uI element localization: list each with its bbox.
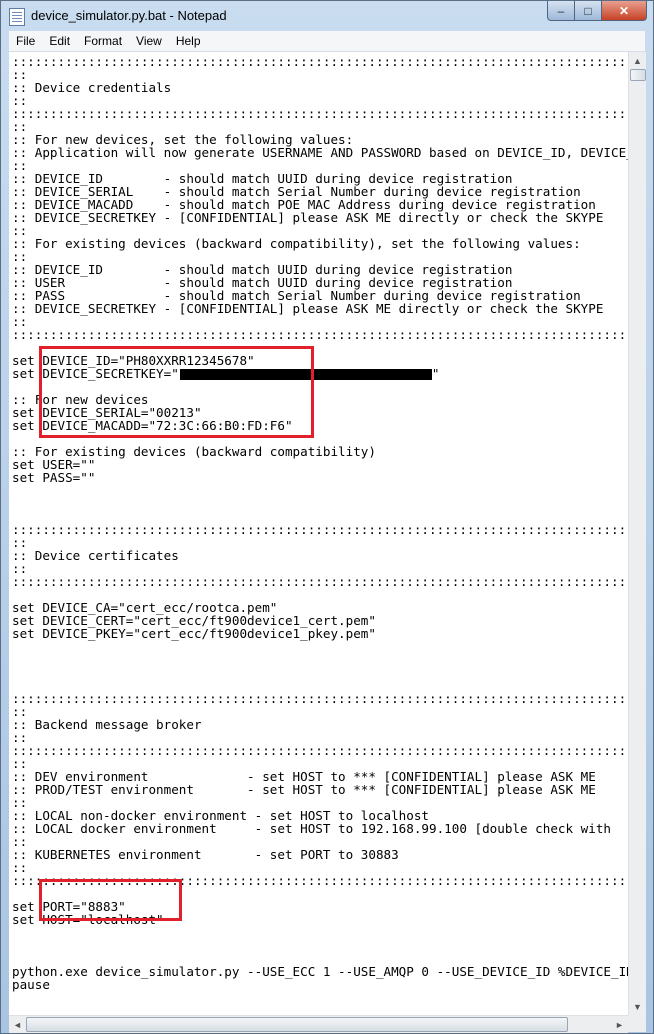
window-controls: – □ ✕ xyxy=(547,1,647,21)
notepad-window: device_simulator.py.bat - Notepad – □ ✕ … xyxy=(0,0,654,1034)
title-bar[interactable]: device_simulator.py.bat - Notepad – □ ✕ xyxy=(1,1,653,31)
menu-file[interactable]: File xyxy=(9,31,42,51)
menu-help[interactable]: Help xyxy=(169,31,208,51)
menu-view[interactable]: View xyxy=(129,31,169,51)
menu-edit[interactable]: Edit xyxy=(42,31,77,51)
text-editor-area[interactable]: ::::::::::::::::::::::::::::::::::::::::… xyxy=(9,52,628,1015)
lines-after-secret: :: For new devices set DEVICE_SERIAL="00… xyxy=(12,392,628,992)
scrollbar-corner xyxy=(628,1015,646,1032)
scroll-left-icon[interactable]: ◄ xyxy=(9,1016,26,1033)
vertical-scrollbar[interactable]: ▲ ▼ xyxy=(628,52,646,1015)
scroll-down-icon[interactable]: ▼ xyxy=(629,998,646,1015)
window-title: device_simulator.py.bat - Notepad xyxy=(31,8,227,23)
secret-key-suffix: " xyxy=(431,366,440,381)
horizontal-scroll-thumb[interactable] xyxy=(26,1017,568,1032)
secret-key-prefix: set DEVICE_SECRETKEY=" xyxy=(12,366,179,381)
menu-bar: File Edit Format View Help xyxy=(9,31,645,52)
redaction-bar xyxy=(179,369,432,380)
notepad-icon xyxy=(9,8,25,26)
vertical-scroll-thumb[interactable] xyxy=(630,69,646,81)
secret-key-line: set DEVICE_SECRETKEY=" " xyxy=(12,366,439,381)
scroll-right-icon[interactable]: ► xyxy=(611,1016,628,1033)
lines-before-secret: ::::::::::::::::::::::::::::::::::::::::… xyxy=(12,54,628,368)
close-button[interactable]: ✕ xyxy=(602,1,647,21)
document-text: ::::::::::::::::::::::::::::::::::::::::… xyxy=(9,52,628,991)
menu-format[interactable]: Format xyxy=(77,31,129,51)
scroll-up-icon[interactable]: ▲ xyxy=(629,52,646,69)
minimize-button[interactable]: – xyxy=(547,1,575,21)
maximize-button[interactable]: □ xyxy=(575,1,602,21)
horizontal-scrollbar[interactable]: ◄ ► xyxy=(9,1015,628,1033)
